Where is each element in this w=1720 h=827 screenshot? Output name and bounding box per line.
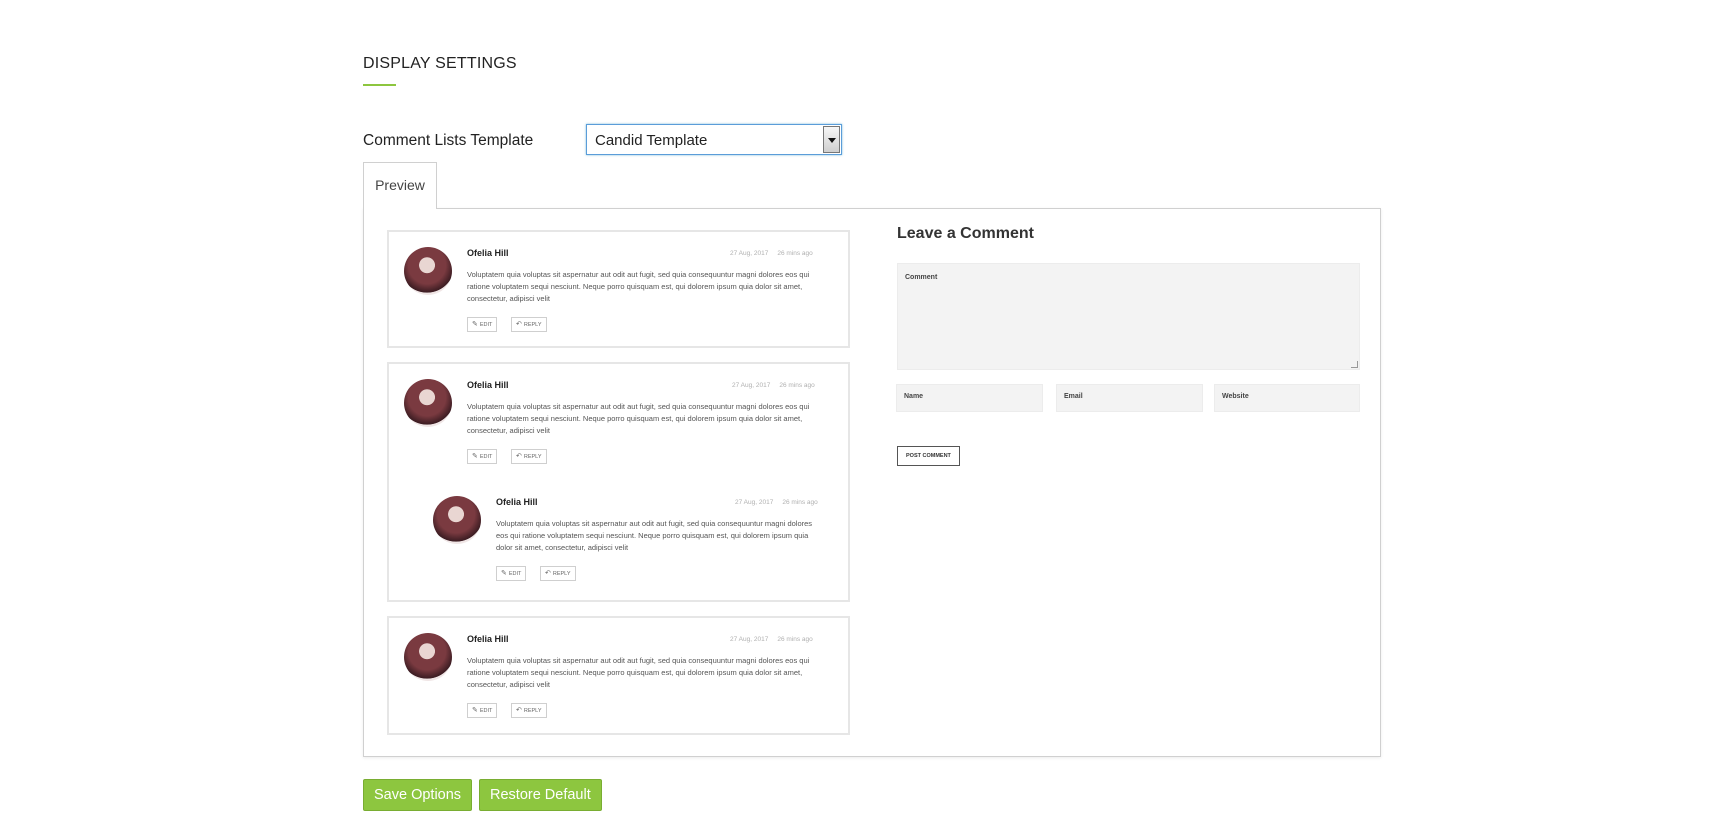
preview-panel: Ofelia Hill 27 Aug, 2017 26 mins ago Volu… bbox=[363, 208, 1381, 757]
comment-author: Ofelia Hill bbox=[467, 380, 509, 390]
comment-meta: 27 Aug, 2017 26 mins ago bbox=[732, 382, 815, 389]
comment-author: Ofelia Hill bbox=[467, 634, 509, 644]
reply-label: REPLY bbox=[523, 708, 542, 714]
comment-text: Voluptatem quia voluptas sit aspernatur … bbox=[467, 270, 810, 303]
comment-ago: 26 mins ago bbox=[779, 382, 815, 389]
comment-date: 27 Aug, 2017 bbox=[730, 636, 769, 643]
comment-box: Ofelia Hill 27 Aug, 2017 26 mins ago Volu… bbox=[387, 230, 850, 348]
edit-button[interactable]: ✎ EDIT bbox=[467, 449, 498, 464]
reply-button[interactable]: ↶ REPLY bbox=[540, 566, 576, 581]
comment-author: Ofelia Hill bbox=[496, 497, 538, 507]
comment-textarea[interactable]: Comment bbox=[897, 263, 1360, 370]
title-underline bbox=[363, 84, 396, 86]
website-placeholder: Website bbox=[1222, 393, 1249, 400]
edit-button[interactable]: ✎ EDIT bbox=[467, 703, 498, 718]
reply-icon: ↶ bbox=[516, 321, 522, 328]
restore-default-button[interactable]: Restore Default bbox=[479, 779, 602, 811]
edit-label: EDIT bbox=[508, 571, 522, 577]
comment-text: Voluptatem quia voluptas sit aspernatur … bbox=[496, 519, 813, 552]
reply-label: REPLY bbox=[523, 454, 542, 460]
reply-button[interactable]: ↶ REPLY bbox=[511, 449, 547, 464]
pencil-icon: ✎ bbox=[472, 453, 478, 460]
comment-ago: 26 mins ago bbox=[782, 499, 818, 506]
resize-grip[interactable] bbox=[1351, 361, 1358, 368]
comment-text: Voluptatem quia voluptas sit aspernatur … bbox=[467, 402, 810, 435]
email-placeholder: Email bbox=[1064, 393, 1083, 400]
reply-icon: ↶ bbox=[545, 570, 551, 577]
name-placeholder: Name bbox=[904, 393, 924, 400]
avatar bbox=[433, 496, 481, 544]
comment-meta: 27 Aug, 2017 26 mins ago bbox=[730, 250, 813, 257]
pencil-icon: ✎ bbox=[501, 570, 507, 577]
comment-ago: 26 mins ago bbox=[777, 636, 813, 643]
comment-placeholder: Comment bbox=[905, 274, 938, 281]
comment-date: 27 Aug, 2017 bbox=[735, 499, 774, 506]
comment-ago: 26 mins ago bbox=[777, 250, 813, 257]
leave-comment-heading: Leave a Comment bbox=[897, 225, 1034, 242]
comment-meta: 27 Aug, 2017 26 mins ago bbox=[735, 499, 818, 506]
edit-label: EDIT bbox=[479, 708, 493, 714]
reply-icon: ↶ bbox=[516, 707, 522, 714]
comment-text: Voluptatem quia voluptas sit aspernatur … bbox=[467, 656, 810, 689]
edit-button[interactable]: ✎ EDIT bbox=[496, 566, 527, 581]
reply-label: REPLY bbox=[523, 322, 542, 328]
avatar bbox=[404, 247, 452, 295]
edit-button[interactable]: ✎ EDIT bbox=[467, 317, 498, 332]
comment-date: 27 Aug, 2017 bbox=[730, 250, 769, 257]
email-field[interactable]: Email bbox=[1056, 384, 1203, 412]
chevron-down-icon[interactable] bbox=[823, 126, 840, 153]
comment-box: Ofelia Hill 27 Aug, 2017 26 mins ago Volu… bbox=[387, 616, 850, 735]
reply-button[interactable]: ↶ REPLY bbox=[511, 317, 547, 332]
comment-meta: 27 Aug, 2017 26 mins ago bbox=[730, 636, 813, 643]
template-label: Comment Lists Template bbox=[363, 132, 534, 149]
section-title: DISPLAY SETTINGS bbox=[363, 55, 517, 72]
reply-label: REPLY bbox=[552, 571, 571, 577]
website-field[interactable]: Website bbox=[1214, 384, 1360, 412]
avatar bbox=[404, 633, 452, 681]
avatar bbox=[404, 379, 452, 427]
reply-button[interactable]: ↶ REPLY bbox=[511, 703, 547, 718]
pencil-icon: ✎ bbox=[472, 321, 478, 328]
save-options-button[interactable]: Save Options bbox=[363, 779, 473, 811]
template-select[interactable]: Candid Template bbox=[586, 124, 842, 155]
comment-date: 27 Aug, 2017 bbox=[732, 382, 771, 389]
comment-box: Ofelia Hill 27 Aug, 2017 26 mins ago Volu… bbox=[387, 362, 850, 602]
pencil-icon: ✎ bbox=[472, 707, 478, 714]
edit-label: EDIT bbox=[479, 322, 493, 328]
reply-icon: ↶ bbox=[516, 453, 522, 460]
name-field[interactable]: Name bbox=[896, 384, 1043, 412]
comment-author: Ofelia Hill bbox=[467, 248, 509, 258]
tab-preview[interactable]: Preview bbox=[363, 162, 437, 209]
edit-label: EDIT bbox=[479, 454, 493, 460]
post-comment-button[interactable]: POST COMMENT bbox=[897, 446, 960, 466]
template-select-value: Candid Template bbox=[595, 132, 708, 149]
